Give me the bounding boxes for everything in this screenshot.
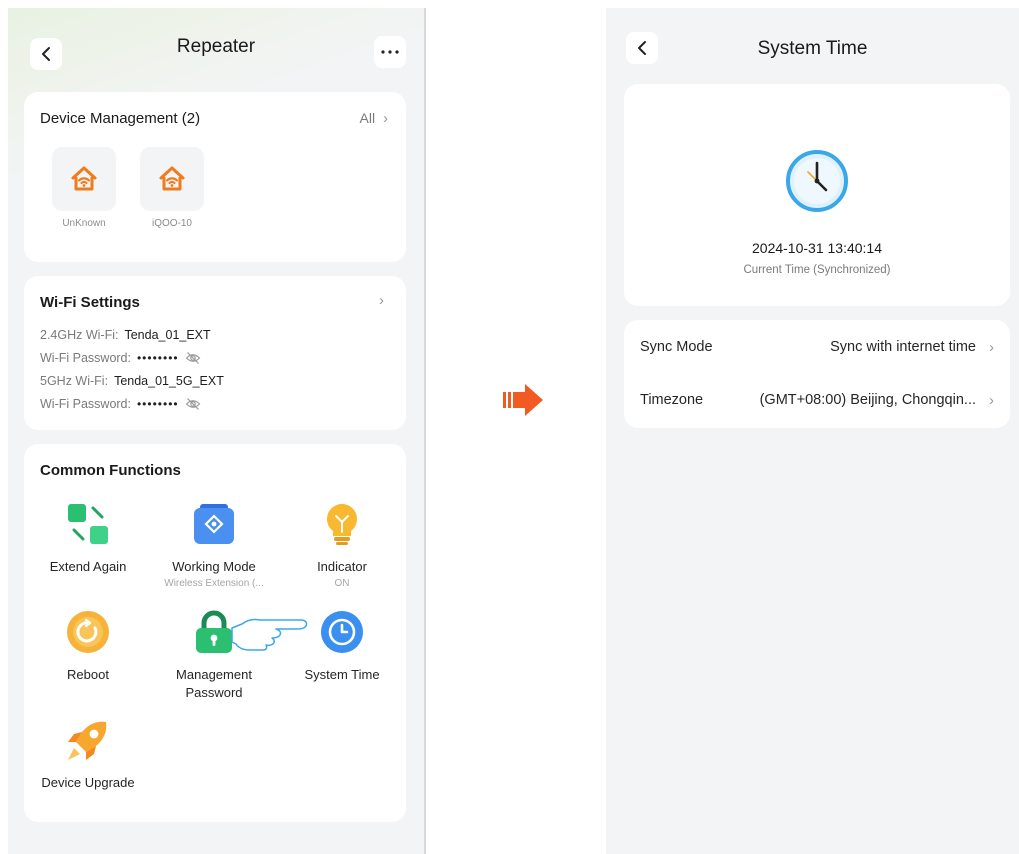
all-devices-link[interactable]: All › [360,110,388,127]
all-label: All [359,110,376,126]
common-functions-title: Common Functions [40,462,181,479]
clock-icon [321,611,363,653]
rocket-icon [68,721,107,760]
device-management-card: Device Management (2) All › UnKnown iQOO… [24,92,406,262]
timezone-value: (GMT+08:00) Beijing, Chongqin... [759,392,976,408]
wifi-settings-title: Wi-Fi Settings [40,294,140,311]
wifi-24-line: 2.4GHz Wi-Fi: Tenda_01_EXT [40,328,211,342]
reboot-icon [67,611,109,653]
sync-status: Current Time (Synchronized) [743,264,891,276]
time-settings-card: Sync Mode Sync with internet time › Time… [624,320,1010,428]
device-name: iQOO-10 [151,218,192,229]
wifi-24-ssid: Tenda_01_EXT [124,328,211,342]
wifi-password-label: Wi-Fi Password: [40,351,131,365]
function-label: Management Password [176,667,252,700]
function-label: Device Upgrade [41,775,135,790]
more-dots-icon [381,50,399,54]
house-wifi-icon [159,166,185,191]
house-wifi-icon [71,166,97,191]
device-management-title: Device Management (2) [40,110,201,127]
indicator-button[interactable]: Indicator ON [282,502,402,589]
sync-mode-value: Sync with internet time [830,339,976,355]
more-button[interactable] [374,36,406,68]
eye-hidden-icon[interactable] [185,351,201,365]
wifi-5g-line: 5GHz Wi-Fi: Tenda_01_5G_EXT [40,374,224,388]
reboot-button[interactable]: Reboot [28,610,148,684]
function-label: Indicator [317,559,367,574]
device-name: UnKnown [62,218,106,229]
working-mode-button[interactable]: Working Mode Wireless Extension (... [154,502,274,589]
wifi-password-label: Wi-Fi Password: [40,397,131,411]
function-label: System Time [304,667,380,682]
function-sub-label: Wireless Extension (... [164,578,264,589]
wifi-password-value: •••••••• [136,351,179,365]
repeater-screen: Repeater Device Management (2) All › UnK… [8,8,424,854]
common-functions-card: Common Functions Extend Again Working Mo… [24,444,406,822]
eye-hidden-icon[interactable] [185,397,201,411]
device-tile-iqoo-10[interactable] [140,147,204,211]
wifi-5g-label: 5GHz Wi-Fi: [40,374,109,388]
page-title: Repeater [176,36,256,57]
function-label: Working Mode [172,559,256,574]
clock-icon [786,150,848,212]
pointing-hand-icon [231,618,308,651]
wifi-5g-password-line: Wi-Fi Password: •••••••• [40,397,201,411]
wifi-password-value: •••••••• [136,397,179,411]
device-upgrade-button[interactable]: Device Upgrade [28,718,148,792]
sync-mode-label: Sync Mode [640,339,713,355]
working-mode-icon [194,504,234,544]
current-time-card: 2024-10-31 13:40:14 Current Time (Synchr… [624,84,1010,306]
extend-icon [68,504,108,544]
chevron-right-icon: › [989,391,994,409]
arrow-right-icon [503,384,543,416]
chevron-right-icon: › [379,292,384,309]
wifi-24-password-line: Wi-Fi Password: •••••••• [40,351,201,365]
function-label: Extend Again [49,559,127,574]
sync-mode-row[interactable]: Sync Mode Sync with internet time › [624,321,1010,373]
chevron-right-icon: › [989,338,994,356]
timezone-label: Timezone [640,392,704,408]
lightbulb-icon [327,504,357,545]
chevron-right-icon: › [383,110,388,127]
page-title: System Time [757,38,868,59]
indicator-status: ON [334,578,350,589]
system-time-screen: System Time 2024-10-31 13:40:14 Current … [606,8,1019,854]
wifi-24-label: 2.4GHz Wi-Fi: [40,328,119,342]
current-datetime: 2024-10-31 13:40:14 [752,240,882,256]
function-label: Reboot [67,667,109,682]
wifi-settings-card[interactable]: Wi-Fi Settings › 2.4GHz Wi-Fi: Tenda_01_… [24,276,406,430]
device-tile-unknown[interactable] [52,147,116,211]
extend-again-button[interactable]: Extend Again [28,502,148,576]
timezone-row[interactable]: Timezone (GMT+08:00) Beijing, Chongqin..… [624,374,1010,426]
divider [424,8,426,854]
wifi-5g-ssid: Tenda_01_5G_EXT [114,374,224,388]
